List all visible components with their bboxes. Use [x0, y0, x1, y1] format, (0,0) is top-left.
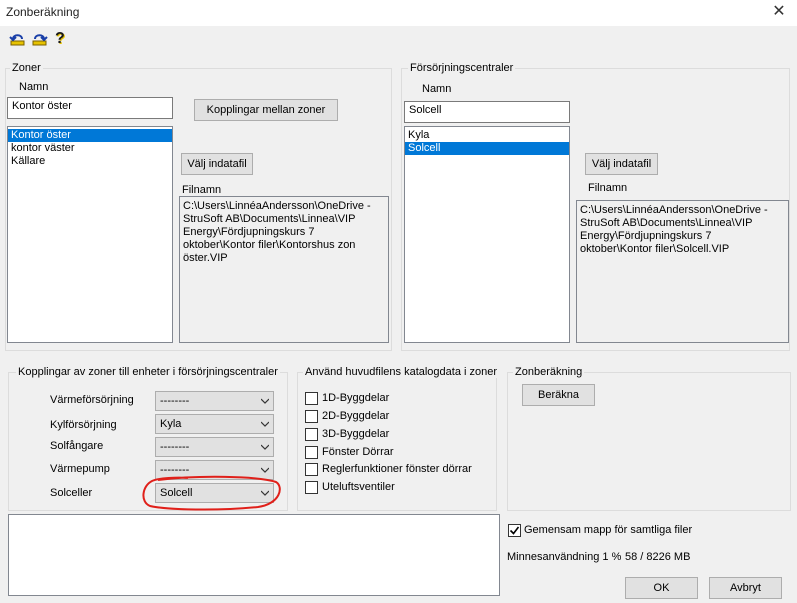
supply-choose-file-button[interactable]: Välj indatafil	[585, 153, 658, 175]
zone-filename-label: Filnamn	[182, 184, 222, 196]
catalog-3d-label: 3D-Byggdelar	[322, 428, 390, 440]
supply-filename-field[interactable]: C:\Users\LinnéaAndersson\OneDrive - Stru…	[576, 200, 789, 343]
link-label-solar-cells: Solceller	[50, 487, 93, 499]
supply-name-label: Namn	[422, 83, 452, 95]
heating-select[interactable]: --------	[155, 391, 274, 411]
cooling-select-value: Kyla	[160, 418, 182, 430]
zones-group-label: Zoner	[10, 62, 43, 74]
help-icon[interactable]: ?	[55, 30, 73, 48]
solar-collector-select-value: --------	[160, 441, 190, 453]
supply-list[interactable]: Kyla Solcell	[404, 126, 570, 343]
chevron-down-icon	[261, 398, 269, 404]
list-item[interactable]: Kyla	[405, 129, 569, 142]
ok-button[interactable]: OK	[625, 577, 698, 599]
log-area[interactable]	[8, 514, 500, 596]
zones-name-label: Namn	[19, 81, 49, 93]
link-label-cooling: Kylförsörjning	[50, 419, 117, 431]
solar-collector-select[interactable]: --------	[155, 437, 274, 457]
catalog-3d-checkbox[interactable]	[305, 428, 318, 441]
catalog-vents-label: Uteluftsventiler	[322, 481, 395, 493]
chevron-down-icon	[261, 444, 269, 450]
catalog-2d-checkbox[interactable]	[305, 410, 318, 423]
undo-icon[interactable]	[9, 30, 27, 48]
checkmark-icon	[509, 526, 520, 535]
list-item[interactable]: Kontor öster	[8, 129, 172, 142]
zone-choose-file-button[interactable]: Välj indatafil	[181, 153, 253, 175]
list-item[interactable]: kontor väster	[8, 142, 172, 155]
catalog-windows-label: Fönster Dörrar	[322, 446, 394, 458]
cooling-select[interactable]: Kyla	[155, 414, 274, 434]
memory-label: Minnesanvändning 1 %	[507, 551, 622, 563]
zone-name-input[interactable]: Kontor öster	[7, 97, 173, 119]
zone-connections-button[interactable]: Kopplingar mellan zoner	[194, 99, 338, 121]
highlight-annotation	[142, 475, 281, 511]
calc-group-label: Zonberäkning	[513, 366, 585, 378]
supply-filename-label: Filnamn	[588, 182, 628, 194]
catalog-2d-label: 2D-Byggdelar	[322, 410, 390, 422]
catalog-1d-checkbox[interactable]	[305, 392, 318, 405]
shared-folder-label: Gemensam mapp för samtliga filer	[524, 524, 693, 536]
link-label-heat-pump: Värmepump	[50, 463, 110, 475]
catalog-windows-checkbox[interactable]	[305, 446, 318, 459]
supply-name-input[interactable]: Solcell	[404, 101, 570, 123]
link-label-solar-collector: Solfångare	[50, 440, 104, 452]
supply-group-label: Försörjningscentraler	[408, 62, 516, 74]
calculate-button[interactable]: Beräkna	[522, 384, 595, 406]
close-icon[interactable]: ✕	[769, 2, 789, 22]
link-label-heating: Värmeförsörjning	[50, 394, 134, 406]
redo-icon[interactable]	[31, 30, 49, 48]
heating-select-value: --------	[160, 395, 190, 407]
chevron-down-icon	[261, 421, 269, 427]
zone-filename-field[interactable]: C:\Users\LinnéaAndersson\OneDrive - Stru…	[179, 196, 389, 343]
chevron-down-icon	[261, 467, 269, 473]
list-item[interactable]: Solcell	[405, 142, 569, 155]
window-title: Zonberäkning	[6, 5, 80, 19]
catalog-1d-label: 1D-Byggdelar	[322, 392, 390, 404]
memory-value: 58 / 8226 MB	[625, 551, 691, 563]
catalog-vents-checkbox[interactable]	[305, 481, 318, 494]
catalog-group-label: Använd huvudfilens katalogdata i zoner	[303, 366, 500, 378]
cancel-button[interactable]: Avbryt	[709, 577, 782, 599]
zones-list[interactable]: Kontor öster kontor väster Källare	[7, 126, 173, 343]
title-bar: Zonberäkning ✕	[0, 0, 797, 26]
list-item[interactable]: Källare	[8, 155, 172, 168]
shared-folder-checkbox[interactable]	[508, 524, 521, 537]
links-group-label: Kopplingar av zoner till enheter i försö…	[16, 366, 280, 378]
catalog-control-label: Reglerfunktioner fönster dörrar	[322, 463, 472, 475]
catalog-control-checkbox[interactable]	[305, 463, 318, 476]
